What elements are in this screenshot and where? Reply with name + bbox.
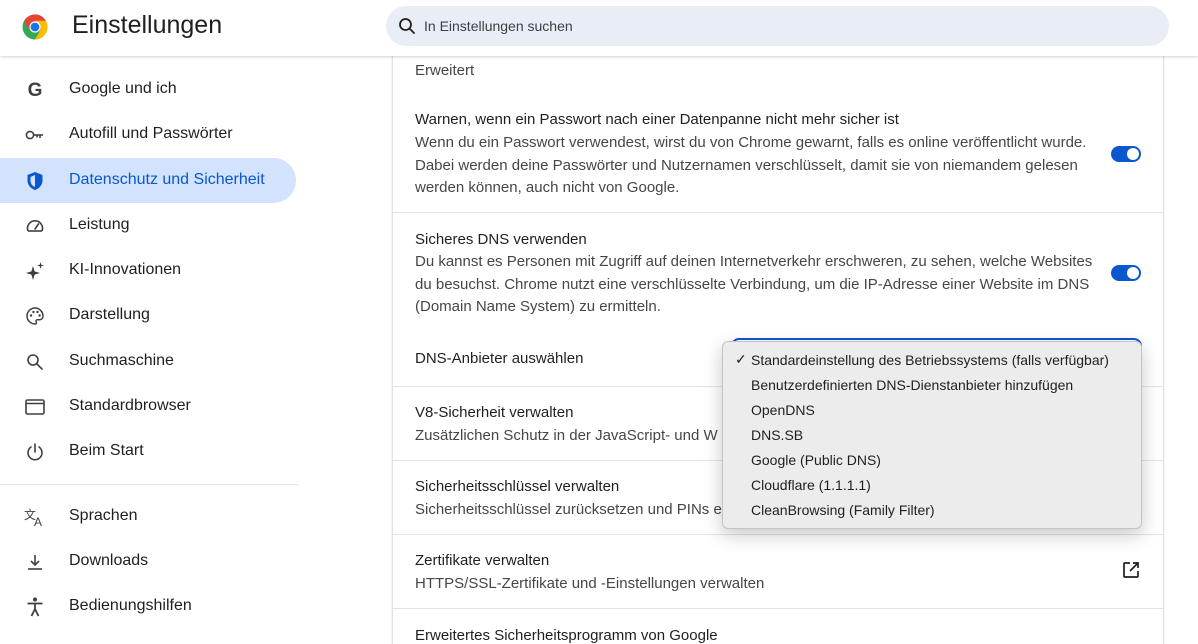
dns-option-os-default[interactable]: ✓ Standardeinstellung des Betriebssystem…	[723, 348, 1143, 373]
dns-option-opendns[interactable]: OpenDNS	[723, 398, 1143, 423]
sidebar-item-beim-start[interactable]: Beim Start	[0, 429, 296, 474]
option-label: DNS.SB	[751, 427, 804, 443]
dns-option-cleanbrowsing[interactable]: CleanBrowsing (Family Filter)	[723, 498, 1143, 523]
external-link-icon[interactable]	[1121, 560, 1141, 580]
search-icon	[399, 18, 415, 34]
dns-option-dnssb[interactable]: DNS.SB	[723, 423, 1143, 448]
sidebar-item-bedienungshilfen[interactable]: Bedienungshilfen	[0, 584, 296, 629]
key-icon	[24, 124, 46, 146]
option-label: Cloudflare (1.1.1.1)	[751, 477, 871, 493]
sidebar-item-label: Google und ich	[69, 80, 177, 97]
password-leak-warning-row: Warnen, wenn ein Passwort nach einer Dat…	[393, 96, 1163, 213]
sidebar-item-standardbrowser[interactable]: Standardbrowser	[0, 384, 296, 429]
svg-text:G: G	[28, 80, 43, 100]
sidebar-item-label: Sprachen	[69, 507, 138, 524]
sidebar-item-label: Datenschutz und Sicherheit	[69, 171, 265, 188]
password-warning-toggle[interactable]	[1111, 146, 1141, 162]
palette-icon	[24, 305, 46, 327]
advanced-protection-row[interactable]: Erweitertes Sicherheitsprogramm von Goog…	[393, 609, 1163, 644]
option-label: Benutzerdefinierten DNS-Dienstanbieter h…	[751, 377, 1074, 393]
google-g-icon: G	[24, 79, 46, 101]
shield-icon	[24, 170, 46, 192]
accessibility-icon	[24, 596, 46, 618]
row-title: Warnen, wenn ein Passwort nach einer Dat…	[415, 111, 899, 128]
sidebar-item-datenschutz[interactable]: Datenschutz und Sicherheit	[0, 158, 296, 203]
chrome-logo-icon	[22, 14, 48, 40]
speedometer-icon	[24, 215, 46, 237]
row-title: V8-Sicherheit verwalten	[415, 404, 574, 421]
option-label: CleanBrowsing (Family Filter)	[751, 502, 935, 518]
row-title: Sicherheitsschlüssel verwalten	[415, 478, 620, 495]
row-title: Sicheres DNS verwenden	[415, 231, 587, 248]
sparkle-icon	[24, 260, 46, 282]
sidebar-item-label: Darstellung	[69, 306, 150, 323]
sidebar: G Google und ich Autofill und Passwörter…	[0, 56, 298, 644]
section-heading: Erweitert	[415, 62, 475, 79]
row-description: HTTPS/SSL-Zertifikate und -Einstellungen…	[415, 575, 765, 592]
sidebar-item-label: Suchmaschine	[69, 352, 174, 369]
option-label: OpenDNS	[751, 402, 815, 418]
sidebar-item-ki-innovationen[interactable]: KI-Innovationen	[0, 248, 296, 293]
sidebar-item-label: Autofill und Passwörter	[69, 125, 233, 142]
sidebar-item-label: KI-Innovationen	[69, 261, 182, 278]
sidebar-item-label: Bedienungshilfen	[69, 597, 192, 614]
sidebar-item-label: Downloads	[69, 552, 149, 569]
sidebar-item-sprachen[interactable]: 文A Sprachen	[0, 494, 296, 539]
sidebar-item-suchmaschine[interactable]: Suchmaschine	[0, 339, 296, 384]
power-icon	[24, 441, 46, 463]
sidebar-item-leistung[interactable]: Leistung	[0, 203, 296, 248]
settings-search-bar[interactable]: In Einstellungen suchen	[386, 6, 1169, 46]
app-header: Einstellungen In Einstellungen suchen	[0, 0, 1198, 56]
row-title: Zertifikate verwalten	[415, 552, 550, 569]
dns-option-cloudflare[interactable]: Cloudflare (1.1.1.1)	[723, 473, 1143, 498]
dns-provider-label: DNS-Anbieter auswählen	[415, 350, 584, 367]
sidebar-item-label: Leistung	[69, 216, 130, 233]
search-input[interactable]: In Einstellungen suchen	[424, 18, 573, 34]
sidebar-item-label: Beim Start	[69, 442, 144, 459]
sidebar-item-autofill[interactable]: Autofill und Passwörter	[0, 112, 296, 157]
checkmark-icon: ✓	[735, 351, 747, 367]
dns-provider-dropdown: ✓ Standardeinstellung des Betriebssystem…	[722, 341, 1142, 529]
dns-option-google[interactable]: Google (Public DNS)	[723, 448, 1143, 473]
secure-dns-toggle[interactable]	[1111, 265, 1141, 281]
sidebar-item-downloads[interactable]: Downloads	[0, 539, 296, 584]
certificates-row[interactable]: Zertifikate verwalten HTTPS/SSL-Zertifik…	[393, 535, 1163, 609]
sidebar-item-darstellung[interactable]: Darstellung	[0, 293, 296, 338]
dns-option-custom[interactable]: Benutzerdefinierten DNS-Dienstanbieter h…	[723, 373, 1143, 398]
row-title: Erweitertes Sicherheitsprogramm von Goog…	[415, 627, 718, 644]
svg-text:A: A	[34, 515, 42, 527]
row-description: Du kannst es Personen mit Zugriff auf de…	[415, 253, 1093, 315]
row-description: Wenn du ein Passwort verwendest, wirst d…	[415, 134, 1087, 196]
row-description: Sicherheitsschlüssel zurücksetzen und PI…	[415, 501, 722, 518]
download-icon	[24, 551, 46, 573]
translate-icon: 文A	[24, 506, 46, 528]
app-title: Einstellungen	[72, 11, 223, 39]
row-description: Zusätzlichen Schutz in der JavaScript- u…	[415, 427, 718, 444]
search-icon	[24, 351, 46, 373]
option-label: Google (Public DNS)	[751, 452, 881, 468]
option-label: Standardeinstellung des Betriebssystems …	[751, 352, 1109, 368]
sidebar-divider	[0, 484, 298, 485]
browser-window-icon	[24, 396, 46, 418]
sidebar-item-google-und-ich[interactable]: G Google und ich	[0, 67, 296, 112]
sidebar-item-label: Standardbrowser	[69, 397, 191, 414]
